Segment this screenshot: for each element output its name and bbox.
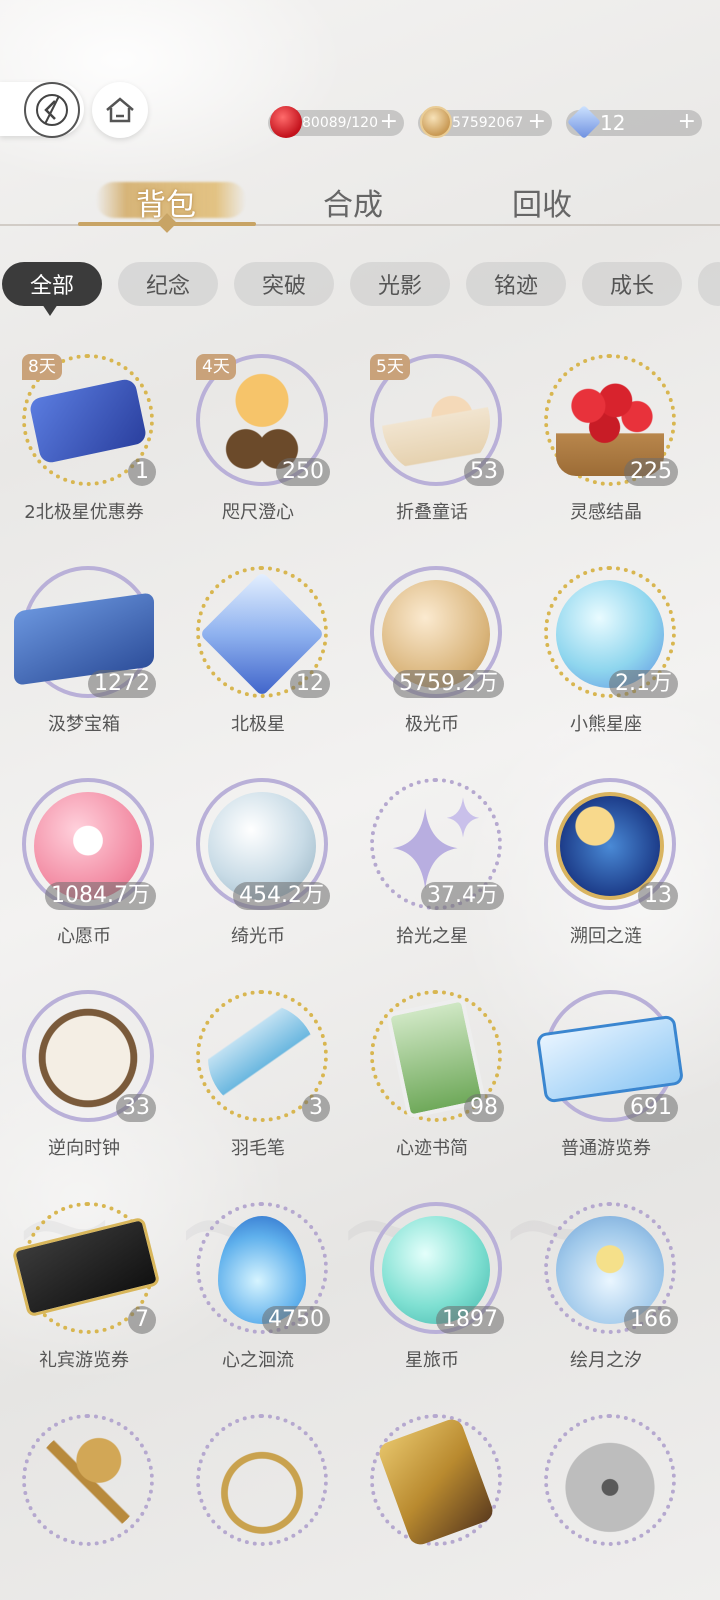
item-popup-book[interactable]: 5天 53 折叠童话 [352,354,512,554]
apple-currency: 80089/120 + [268,106,404,138]
item-label: 极光币 [405,714,459,735]
item-label: 心愿币 [57,926,111,947]
item-vip-ticket[interactable]: 7 礼宾游览券 [4,1202,164,1402]
item-polaris[interactable]: 12 北极星 [178,566,338,766]
item-count: 5759.2万 [393,670,504,698]
item-binoculars-tiger[interactable]: 4天 250 咫尺澄心 [178,354,338,554]
item-silver-coin[interactable]: 454.2万 绮光币 [178,778,338,978]
apple-icon [270,106,302,138]
item-label: 拾光之星 [396,926,468,947]
tab-synthesis[interactable]: 合成 [293,180,413,224]
item-astrolabe[interactable] [178,1414,338,1600]
apple-value: 80089/120 [302,115,378,131]
item-ripple[interactable]: 13 溯回之涟 [526,778,686,978]
key-icon [34,1428,142,1536]
item-label: 咫尺澄心 [222,502,294,523]
item-quill[interactable]: 3 羽毛笔 [178,990,338,1190]
item-film-reel[interactable] [526,1414,686,1600]
item-count: 7 [128,1306,156,1334]
filter-more[interactable] [698,262,720,306]
add-apple-button[interactable]: + [380,110,398,134]
item-ticket[interactable]: 691 普通游览券 [526,990,686,1190]
item-label: 绘月之汐 [570,1350,642,1371]
back-arrow-icon [36,94,68,126]
item-label: 小熊星座 [570,714,642,735]
item-label: 折叠童话 [396,502,468,523]
item-label: 星旅币 [405,1350,459,1371]
item-count: 1272 [88,670,156,698]
item-count: 3 [302,1094,330,1122]
tab-recycle[interactable]: 回收 [482,180,602,224]
filter-growth[interactable]: 成长 [582,262,682,306]
item-count: 1084.7万 [45,882,156,910]
item-count: 1 [128,458,156,486]
item-count: 4750 [262,1306,330,1334]
item-letter[interactable]: 98 心迹书简 [352,990,512,1190]
item-reverse-clock[interactable]: 33 逆向时钟 [4,990,164,1190]
item-count: 691 [624,1094,678,1122]
item-count: 2.1万 [609,670,678,698]
home-icon [106,97,134,123]
item-count: 454.2万 [233,882,330,910]
item-label: 汲梦宝箱 [48,714,120,735]
filter-light-shadow[interactable]: 光影 [350,262,450,306]
item-ursa-minor[interactable]: 2.1万 小熊星座 [526,566,686,766]
item-key[interactable] [4,1414,164,1600]
coin-icon [420,106,452,138]
item-label: 羽毛笔 [231,1138,285,1159]
item-label: 2北极星优惠券 [24,502,144,523]
item-label: 心迹书简 [396,1138,468,1159]
item-label: 绮光币 [231,926,285,947]
item-label: 礼宾游览券 [39,1350,129,1371]
home-button[interactable] [92,82,148,138]
filter-all[interactable]: 全部 [2,262,102,306]
item-label: 溯回之涟 [570,926,642,947]
item-label: 心之洄流 [222,1350,294,1371]
item-count: 225 [624,458,678,486]
item-label: 北极星 [231,714,285,735]
item-count: 13 [638,882,678,910]
days-badge: 8天 [22,354,62,380]
item-heart-flow[interactable]: 4750 心之洄流 [178,1202,338,1402]
add-gem-button[interactable]: + [678,110,696,134]
days-badge: 5天 [370,354,410,380]
item-label: 逆向时钟 [48,1138,120,1159]
item-chocolate[interactable] [352,1414,512,1600]
filter-chips: 全部 纪念 突破 光影 铭迹 成长 [0,262,720,316]
crystal-icon [567,105,601,139]
filter-inscription[interactable]: 铭迹 [466,262,566,306]
item-count: 1897 [436,1306,504,1334]
astrolabe-icon [208,1428,316,1536]
film-reel-icon [556,1428,664,1536]
chip-pointer [42,304,58,316]
gem-value: 12 [600,111,626,135]
coin-value: 57592067 [452,115,524,131]
item-inspiration-crystal[interactable]: 225 灵感结晶 [526,354,686,554]
back-button[interactable] [24,82,80,138]
item-coupon[interactable]: 8天 1 2北极星优惠券 [4,354,164,554]
filter-breakthrough[interactable]: 突破 [234,262,334,306]
item-label: 灵感结晶 [570,502,642,523]
item-dream-chest[interactable]: 1272 汲梦宝箱 [4,566,164,766]
item-wish-coin[interactable]: 1084.7万 心愿币 [4,778,164,978]
days-badge: 4天 [196,354,236,380]
item-count: 250 [276,458,330,486]
item-count: 166 [624,1306,678,1334]
item-star-fragment[interactable]: 37.4万 拾光之星 [352,778,512,978]
item-count: 12 [290,670,330,698]
filter-souvenir[interactable]: 纪念 [118,262,218,306]
gem-currency: 12 + [566,105,702,139]
item-moon-tide[interactable]: 166 绘月之汐 [526,1202,686,1402]
main-tabs: 背包 合成 回收 [0,170,720,233]
add-coin-button[interactable]: + [528,110,546,134]
item-count: 37.4万 [421,882,504,910]
item-aurora-coin[interactable]: 5759.2万 极光币 [352,566,512,766]
item-label: 普通游览券 [561,1138,651,1159]
item-count: 98 [464,1094,504,1122]
item-star-travel-coin[interactable]: 1897 星旅币 [352,1202,512,1402]
coin-currency: 57592067 + [418,106,552,138]
item-count: 33 [116,1094,156,1122]
item-count: 53 [464,458,504,486]
